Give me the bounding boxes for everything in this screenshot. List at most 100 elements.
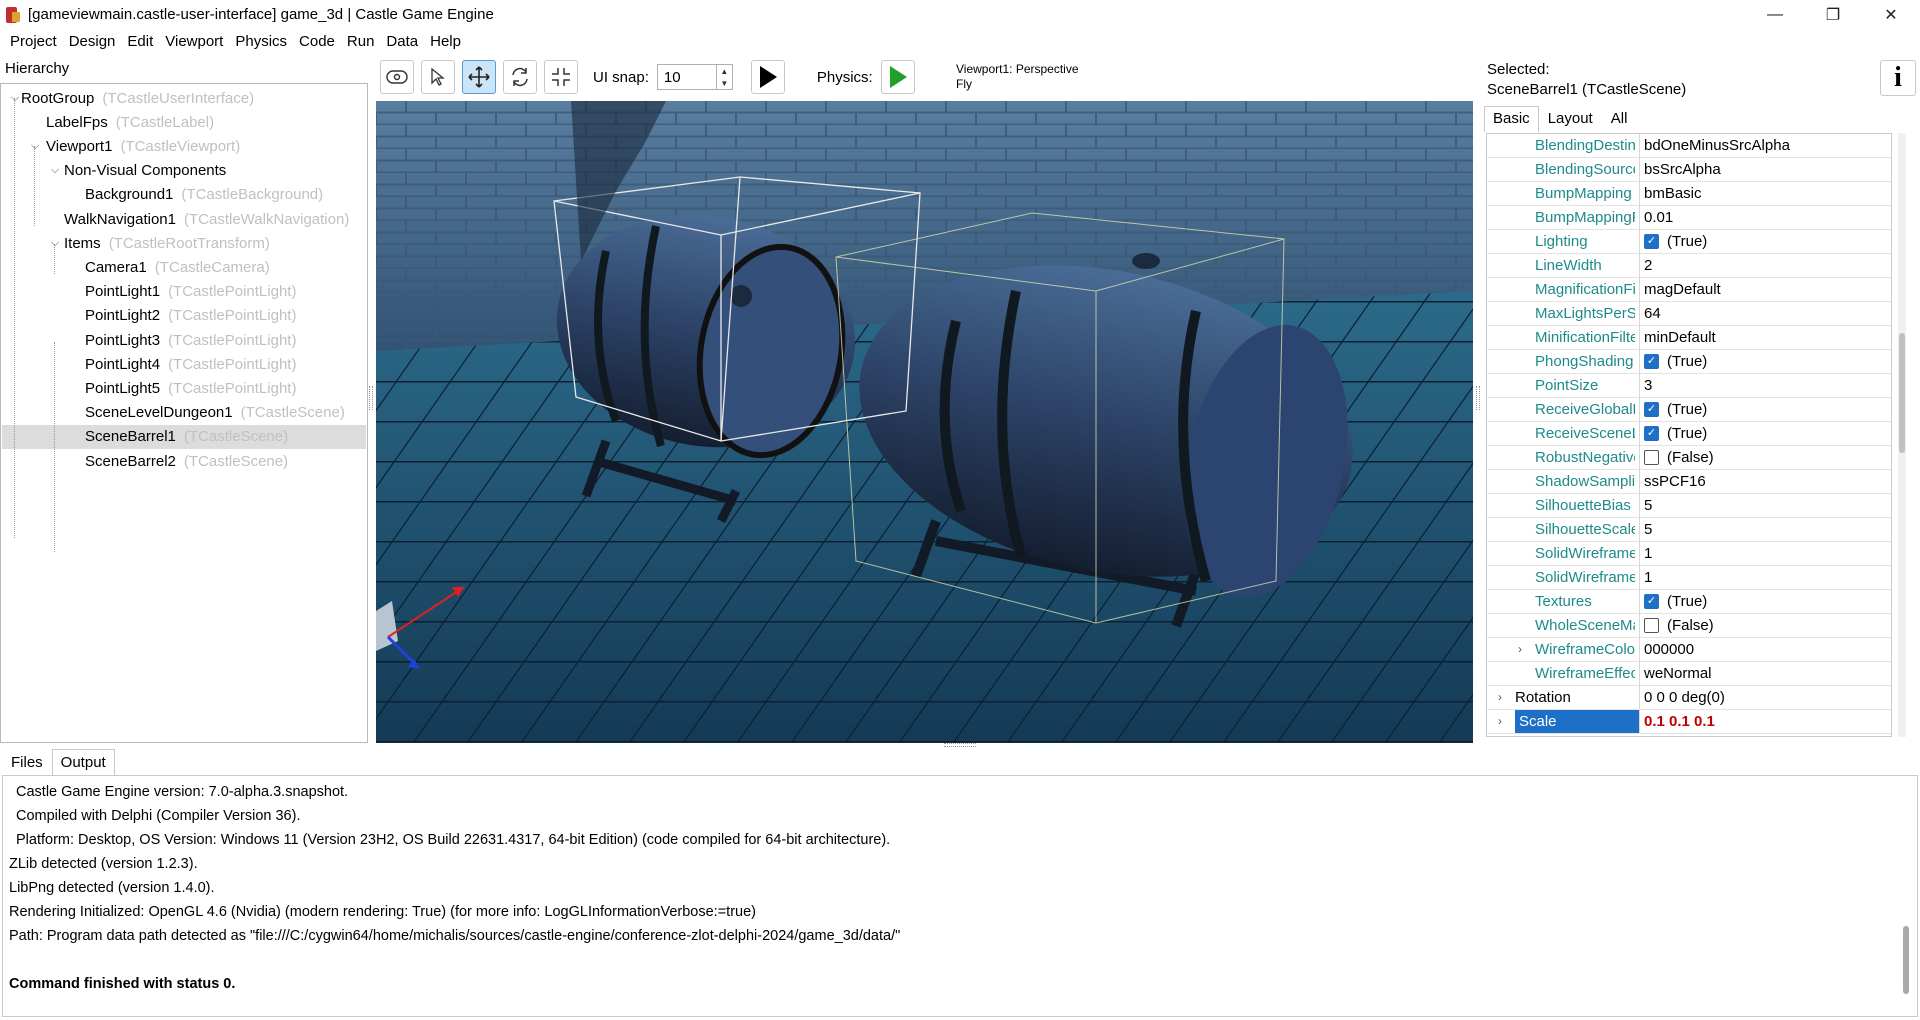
property-checkbox[interactable] (1644, 618, 1659, 633)
property-value[interactable]: weNormal (1639, 662, 1891, 685)
tab-all[interactable]: All (1602, 106, 1637, 132)
property-value[interactable]: 0 0 0 deg(0) (1639, 686, 1891, 709)
viewport-3d[interactable] (376, 101, 1473, 743)
expand-chevron-icon[interactable]: › (1513, 638, 1527, 661)
tree-item[interactable]: RootGroup (TCastleUserInterface) (21, 86, 254, 110)
close-button[interactable]: ✕ (1862, 0, 1920, 29)
tree-item[interactable]: PointLight5 (TCastlePointLight) (85, 376, 296, 400)
property-row[interactable]: ShadowSampling ssPCF16 (1487, 470, 1891, 494)
tab-files[interactable]: Files (2, 749, 52, 775)
left-splitter-handle[interactable] (369, 386, 373, 410)
property-row[interactable]: SolidWireframeBias 1 (1487, 542, 1891, 566)
tree-item[interactable]: PointLight3 (TCastlePointLight) (85, 328, 296, 352)
property-row[interactable]: SilhouetteScale 5 (1487, 518, 1891, 542)
property-value[interactable]: 0.1 0.1 0.1 (1639, 710, 1891, 733)
property-value[interactable]: 0.01 (1639, 206, 1891, 229)
property-value[interactable]: ✓ (True) (1639, 422, 1891, 445)
property-value[interactable]: ssPCF16 (1639, 470, 1891, 493)
tab-output[interactable]: Output (51, 749, 115, 775)
property-grid[interactable]: BlendingDestinationbdOneMinusSrcAlphaBle… (1486, 133, 1892, 737)
maximize-button[interactable]: ❐ (1804, 0, 1862, 29)
property-value[interactable]: (False) (1639, 614, 1891, 637)
property-value[interactable]: ✓ (True) (1639, 590, 1891, 613)
property-row[interactable]: › WireframeColor 000000 (1487, 638, 1891, 662)
spin-up-icon[interactable]: ▲ (717, 65, 732, 77)
menu-data[interactable]: Data (380, 33, 424, 50)
interact-mode-button[interactable] (380, 60, 414, 94)
menu-physics[interactable]: Physics (229, 33, 293, 50)
info-button[interactable]: i (1880, 60, 1916, 96)
tree-item[interactable]: SceneBarrel2 (TCastleScene) (85, 449, 288, 473)
property-row[interactable]: BumpMapping bmBasic (1487, 182, 1891, 206)
menu-design[interactable]: Design (63, 33, 122, 50)
property-checkbox[interactable]: ✓ (1644, 402, 1659, 417)
property-value[interactable]: 1 (1639, 566, 1891, 589)
property-value[interactable]: bmBasic (1639, 182, 1891, 205)
physics-play-button[interactable] (880, 60, 915, 94)
property-checkbox[interactable]: ✓ (1644, 234, 1659, 249)
property-row[interactable]: PhongShading ✓ (True) (1487, 350, 1891, 374)
tab-layout[interactable]: Layout (1539, 106, 1602, 132)
property-row[interactable]: PointSize 3 (1487, 374, 1891, 398)
property-row[interactable]: MinificationFilter minDefault (1487, 326, 1891, 350)
property-value[interactable]: 3 (1639, 374, 1891, 397)
property-value[interactable]: minDefault (1639, 326, 1891, 349)
property-row[interactable]: Lighting ✓ (True) (1487, 230, 1891, 254)
property-row[interactable]: RobustNegativeScale (False) (1487, 446, 1891, 470)
property-row[interactable]: › Rotation 0 0 0 deg(0) (1487, 686, 1891, 710)
property-checkbox[interactable]: ✓ (1644, 354, 1659, 369)
rotate-mode-button[interactable] (503, 60, 537, 94)
property-value[interactable]: 5 (1639, 518, 1891, 541)
scale-mode-button[interactable] (544, 60, 578, 94)
tree-collapse-toggle-icon[interactable]: ⌵ (49, 237, 61, 249)
property-value[interactable]: 64 (1639, 302, 1891, 325)
property-value[interactable]: bsSrcAlpha (1639, 158, 1891, 181)
menu-project[interactable]: Project (4, 33, 63, 50)
tree-item[interactable]: LabelFps (TCastleLabel) (46, 110, 214, 134)
property-row[interactable]: › Scale 0.1 0.1 0.1 (1487, 710, 1891, 734)
property-row[interactable]: BlendingDestination bdOneMinusSrcAlpha (1487, 134, 1891, 158)
property-row[interactable]: MaxLightsPerShape 64 (1487, 302, 1891, 326)
property-value[interactable]: ✓ (True) (1639, 350, 1891, 373)
property-row[interactable]: SilhouetteBias 5 (1487, 494, 1891, 518)
property-row[interactable]: MagnificationFilter magDefault (1487, 278, 1891, 302)
property-value[interactable]: ✓ (True) (1639, 398, 1891, 421)
tree-item[interactable]: PointLight1 (TCastlePointLight) (85, 280, 296, 304)
tree-item[interactable]: Background1 (TCastleBackground) (85, 183, 323, 207)
property-scrollbar[interactable] (1898, 133, 1906, 737)
tree-item[interactable]: Camera1 (TCastleCamera) (85, 255, 270, 279)
right-splitter-handle[interactable] (1476, 386, 1480, 410)
property-row[interactable]: WholeSceneManifold (False) (1487, 614, 1891, 638)
tree-item[interactable]: PointLight4 (TCastlePointLight) (85, 352, 296, 376)
property-row[interactable]: SolidWireframeScale 1 (1487, 566, 1891, 590)
bottom-splitter-handle[interactable] (944, 743, 976, 747)
property-scroll-thumb[interactable] (1899, 333, 1905, 453)
tree-collapse-toggle-icon[interactable]: ⌵ (49, 164, 61, 177)
expand-chevron-icon[interactable]: › (1493, 710, 1507, 733)
property-value[interactable]: ✓ (True) (1639, 230, 1891, 253)
output-scroll-thumb[interactable] (1903, 926, 1909, 994)
hierarchy-tree[interactable]: RootGroup (TCastleUserInterface) ⌵ LabelFps… (0, 83, 368, 743)
property-checkbox[interactable] (1644, 450, 1659, 465)
property-value[interactable]: 2 (1639, 254, 1891, 277)
property-row[interactable]: ReceiveSceneLights ✓ (True) (1487, 422, 1891, 446)
tab-basic[interactable]: Basic (1484, 106, 1539, 132)
translate-mode-button[interactable] (462, 60, 496, 94)
property-row[interactable]: BlendingSource bsSrcAlpha (1487, 158, 1891, 182)
minimize-button[interactable]: — (1746, 0, 1804, 29)
output-log[interactable]: Castle Game Engine version: 7.0-alpha.3.… (2, 775, 1918, 1017)
select-mode-button[interactable] (421, 60, 455, 94)
menu-run[interactable]: Run (341, 33, 381, 50)
property-row[interactable]: LineWidth 2 (1487, 254, 1891, 278)
property-value[interactable]: 1 (1639, 542, 1891, 565)
property-value[interactable]: (False) (1639, 446, 1891, 469)
property-row[interactable]: ReceiveGlobalLights ✓ (True) (1487, 398, 1891, 422)
tree-item[interactable]: PointLight2 (TCastlePointLight) (85, 304, 296, 328)
menu-viewport[interactable]: Viewport (159, 33, 229, 50)
tree-collapse-toggle-icon[interactable]: ⌵ (9, 92, 21, 104)
menu-code[interactable]: Code (293, 33, 341, 50)
property-value[interactable]: 000000 (1639, 638, 1891, 661)
tree-item[interactable]: WalkNavigation1 (TCastleWalkNavigation) (64, 207, 349, 231)
ui-snap-spinner[interactable]: ▲ ▼ (716, 64, 733, 90)
tree-collapse-toggle-icon[interactable]: ⌵ (29, 140, 41, 152)
